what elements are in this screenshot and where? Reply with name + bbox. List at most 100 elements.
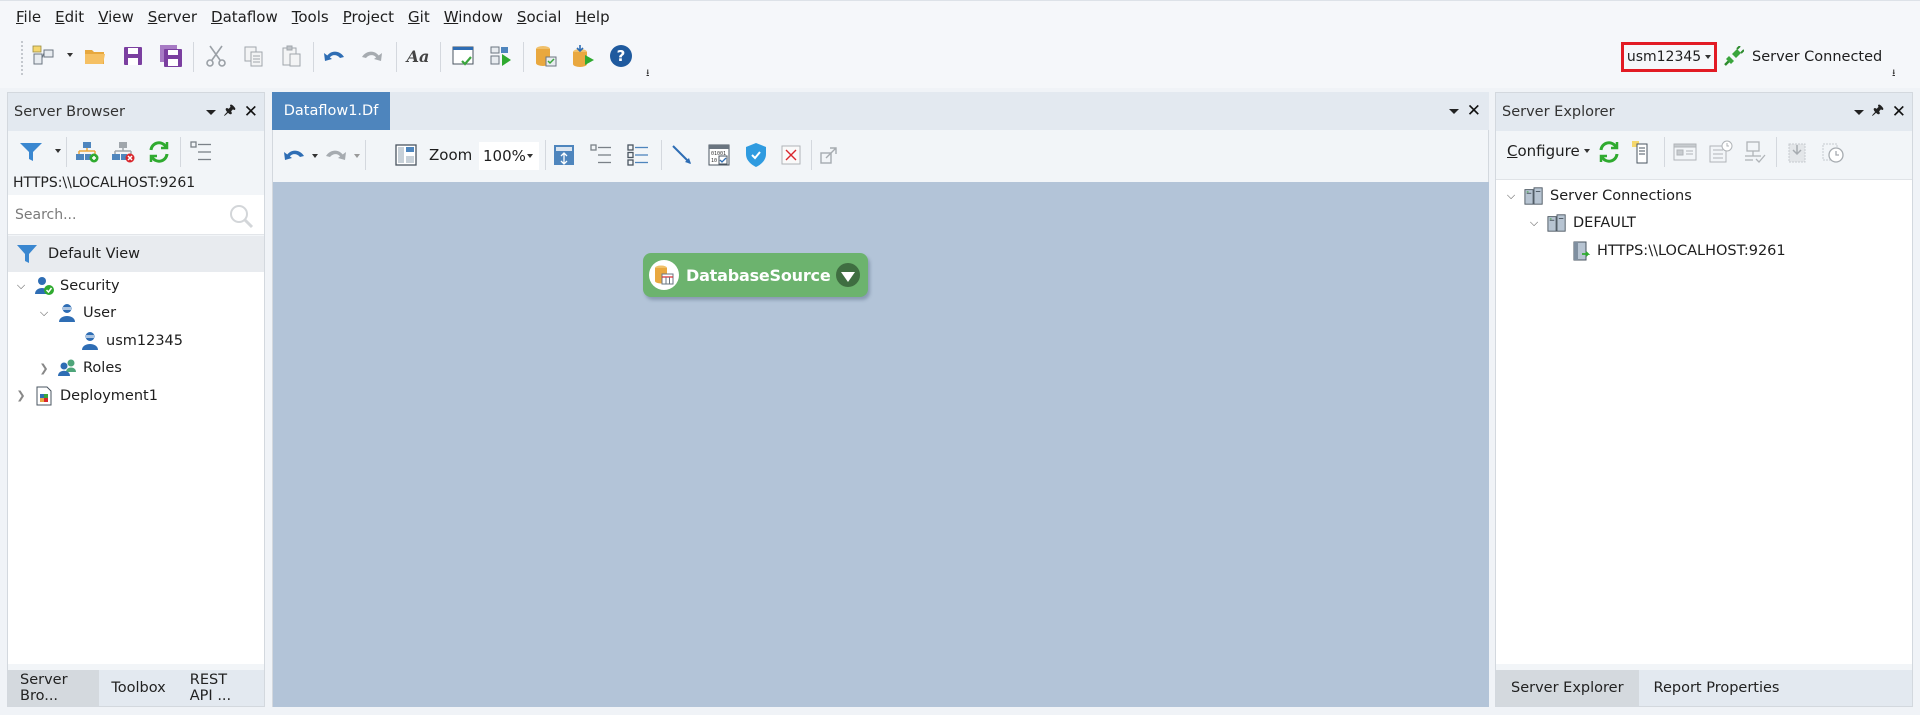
redo-dropdown[interactable] bbox=[354, 154, 360, 158]
tree-item-user-usm12345[interactable]: usm12345 bbox=[8, 327, 264, 355]
server-tree: Default View ⌵ Security ⌵ User usm12345 … bbox=[8, 236, 264, 664]
undo-icon[interactable] bbox=[281, 142, 307, 168]
menu-view[interactable]: View bbox=[91, 2, 141, 32]
tree-item-security[interactable]: ⌵ Security bbox=[8, 272, 264, 300]
menu-project[interactable]: Project bbox=[336, 2, 401, 32]
search-icon[interactable] bbox=[228, 203, 254, 229]
undo-dropdown[interactable] bbox=[312, 154, 318, 158]
tree-item-localhost-server[interactable]: HTTPS:\\LOCALHOST:9261 bbox=[1496, 237, 1912, 265]
tree-view-icon[interactable] bbox=[188, 139, 214, 165]
auto-layout-icon[interactable] bbox=[551, 142, 577, 168]
database-icon[interactable] bbox=[533, 43, 559, 69]
toolbar-grip[interactable] bbox=[20, 40, 24, 76]
tab-toolbox[interactable]: Toolbox bbox=[99, 670, 177, 706]
remove-server-icon[interactable] bbox=[110, 139, 136, 165]
refresh-icon[interactable] bbox=[1596, 139, 1622, 165]
pin-icon[interactable]: 🖈︎ bbox=[1872, 101, 1884, 123]
collapse-tree-icon[interactable] bbox=[588, 142, 614, 168]
panel-menu-icon[interactable] bbox=[205, 109, 216, 115]
chevron-right-icon[interactable]: ❯ bbox=[37, 362, 51, 375]
deploy-run-icon[interactable] bbox=[570, 43, 596, 69]
tab-server-browser[interactable]: Server Bro... bbox=[8, 670, 100, 706]
cut-icon[interactable] bbox=[203, 43, 229, 69]
save-icon[interactable] bbox=[120, 43, 146, 69]
user-icon bbox=[57, 303, 77, 323]
close-icon[interactable]: ✕ bbox=[244, 103, 258, 121]
menu-social[interactable]: Social bbox=[510, 2, 568, 32]
new-project-icon[interactable] bbox=[30, 43, 56, 69]
copy-icon[interactable] bbox=[241, 43, 267, 69]
menu-window[interactable]: Window bbox=[437, 2, 510, 32]
help-icon[interactable]: ? bbox=[608, 43, 634, 69]
dataflow-canvas[interactable]: DatabaseSource bbox=[272, 182, 1489, 707]
chevron-down-icon[interactable]: ⌵ bbox=[1527, 216, 1541, 230]
configure-button[interactable]: Configure bbox=[1507, 142, 1590, 160]
layout-icon[interactable] bbox=[393, 142, 419, 168]
server-explorer-toolbar: Configure bbox=[1496, 131, 1912, 173]
security-icon bbox=[34, 276, 54, 296]
menu-git[interactable]: Git bbox=[401, 2, 437, 32]
zoom-combobox[interactable]: 100% bbox=[479, 142, 539, 170]
redo-icon[interactable] bbox=[359, 43, 385, 69]
tab-rest-api[interactable]: REST API ... bbox=[178, 670, 264, 706]
undo-icon[interactable] bbox=[321, 43, 347, 69]
tab-server-explorer[interactable]: Server Explorer bbox=[1496, 670, 1639, 706]
add-server-icon[interactable] bbox=[74, 139, 100, 165]
run-dataflow-icon[interactable] bbox=[488, 43, 514, 69]
chevron-down-icon[interactable]: ⌵ bbox=[37, 306, 51, 320]
panel-menu-icon[interactable] bbox=[1853, 109, 1864, 115]
refresh-icon[interactable] bbox=[146, 139, 172, 165]
filter-dropdown[interactable] bbox=[55, 149, 61, 153]
chevron-down-icon[interactable]: ⌵ bbox=[14, 279, 28, 293]
tree-item-label: Deployment1 bbox=[60, 387, 158, 404]
server-verify-icon[interactable] bbox=[1742, 139, 1768, 165]
menu-help[interactable]: Help bbox=[568, 2, 616, 32]
database-source-node[interactable]: DatabaseSource bbox=[643, 253, 868, 297]
data-preview-icon[interactable]: 01001 10 bbox=[706, 142, 732, 168]
link-tool-icon[interactable] bbox=[669, 142, 695, 168]
font-icon[interactable]: Aa bbox=[405, 43, 431, 69]
tab-report-properties[interactable]: Report Properties bbox=[1639, 670, 1795, 706]
server-properties-icon[interactable] bbox=[1672, 139, 1698, 165]
paste-icon[interactable] bbox=[278, 43, 304, 69]
search-input[interactable] bbox=[15, 206, 215, 223]
toolbar-overflow-right-icon[interactable]: ⭳ bbox=[1892, 66, 1896, 83]
new-project-dropdown[interactable] bbox=[67, 53, 73, 57]
chevron-down-icon[interactable] bbox=[527, 154, 533, 158]
tree-item-user[interactable]: ⌵ User bbox=[8, 300, 264, 328]
expand-tree-icon[interactable] bbox=[625, 142, 651, 168]
new-server-icon[interactable] bbox=[1629, 139, 1655, 165]
resize-icon[interactable] bbox=[816, 142, 842, 168]
save-all-icon[interactable] bbox=[158, 43, 184, 69]
tab-dataflow1[interactable]: Dataflow1.Df bbox=[272, 92, 390, 130]
toolbar-overflow-icon[interactable]: ⭳ bbox=[646, 66, 650, 83]
tree-item-server-connections[interactable]: ⌵ Server Connections bbox=[1496, 182, 1912, 210]
menu-edit[interactable]: Edit bbox=[48, 2, 91, 32]
server-url: HTTPS:\\LOCALHOST:9261 bbox=[13, 175, 196, 191]
filter-icon[interactable] bbox=[18, 139, 44, 165]
download-icon[interactable] bbox=[1784, 139, 1810, 165]
pin-icon[interactable]: 🖈︎ bbox=[224, 101, 236, 123]
delete-icon[interactable] bbox=[778, 142, 804, 168]
open-folder-icon[interactable] bbox=[82, 43, 108, 69]
menu-file[interactable]: File bbox=[9, 2, 48, 32]
node-expand-button[interactable] bbox=[836, 263, 860, 287]
close-icon[interactable]: ✕ bbox=[1892, 103, 1906, 121]
menu-dataflow[interactable]: Dataflow bbox=[204, 2, 285, 32]
menu-server[interactable]: Server bbox=[141, 2, 204, 32]
chevron-down-icon[interactable]: ⌵ bbox=[1504, 189, 1518, 203]
verify-shield-icon[interactable] bbox=[743, 142, 769, 168]
menu-tools[interactable]: Tools bbox=[285, 2, 336, 32]
default-view-row[interactable]: Default View bbox=[8, 236, 264, 272]
document-list-icon[interactable] bbox=[1448, 108, 1459, 114]
redo-icon[interactable] bbox=[323, 142, 349, 168]
schedule-icon[interactable] bbox=[1820, 139, 1846, 165]
tree-item-roles[interactable]: ❯ Roles bbox=[8, 355, 264, 383]
job-schedule-icon[interactable] bbox=[1708, 139, 1734, 165]
tree-item-default[interactable]: ⌵ DEFAULT bbox=[1496, 210, 1912, 238]
tree-item-deployment1[interactable]: ❯ Deployment1 bbox=[8, 382, 264, 410]
user-dropdown[interactable]: usm12345 bbox=[1621, 42, 1717, 72]
close-document-icon[interactable]: ✕ bbox=[1467, 102, 1481, 120]
verify-icon[interactable] bbox=[450, 43, 476, 69]
chevron-right-icon[interactable]: ❯ bbox=[14, 389, 28, 402]
